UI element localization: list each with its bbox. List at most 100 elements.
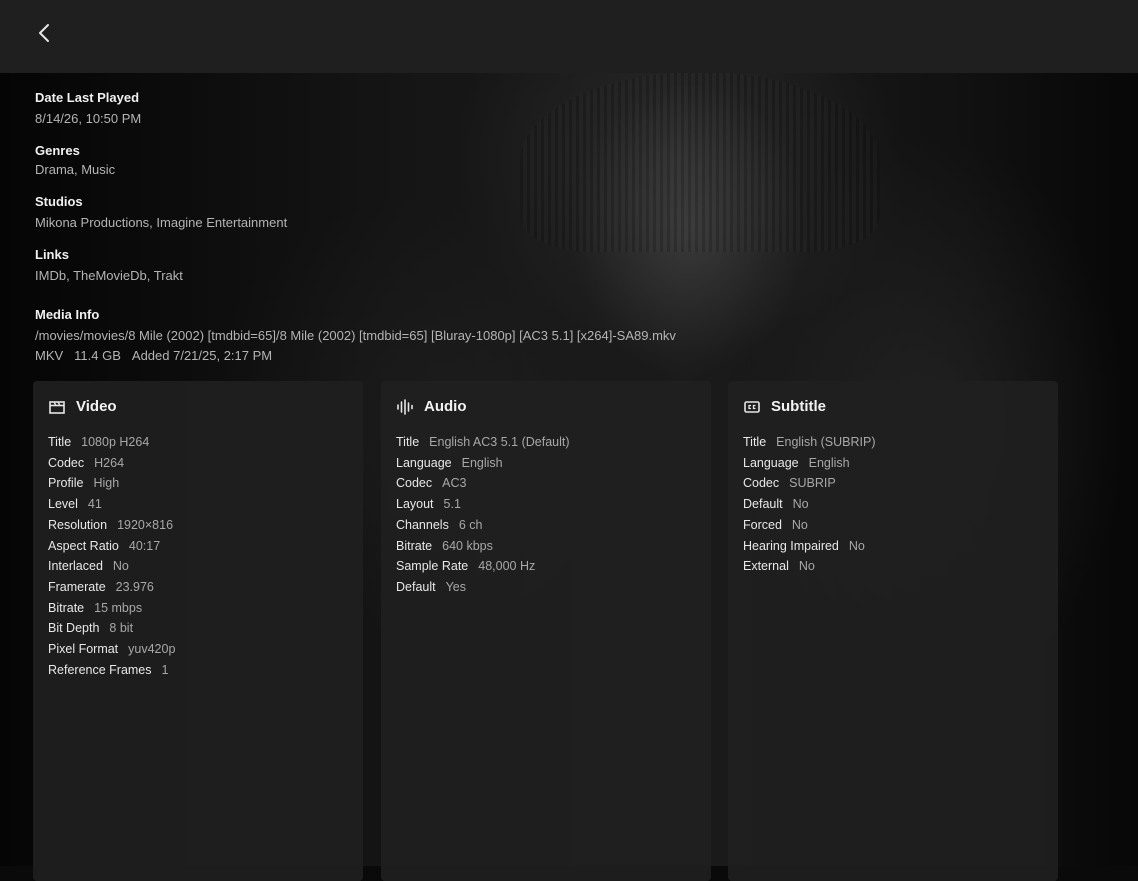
prop-value: English (SUBRIP) xyxy=(776,435,876,449)
prop-row: Default Yes xyxy=(396,577,570,598)
prop-value: 40:17 xyxy=(128,538,161,553)
audio-stream-card: Audio Title English AC3 5.1 (Default) Lan… xyxy=(381,381,711,881)
media-added: Added 7/21/25, 2:17 PM xyxy=(131,348,273,363)
prop-key: Title xyxy=(48,435,72,449)
prop-value: H264 xyxy=(94,455,125,470)
prop-value: English xyxy=(461,455,503,470)
prop-key: Language xyxy=(396,455,452,470)
prop-key: Interlaced xyxy=(48,559,103,574)
prop-key: Bit Depth xyxy=(48,621,100,636)
backdrop-detail xyxy=(520,72,880,252)
prop-row: Resolution 1920×816 xyxy=(48,515,175,536)
prop-value: yuv420p xyxy=(128,642,176,657)
prop-value: 1 xyxy=(161,662,169,677)
prop-key: External xyxy=(743,559,789,574)
prop-key: Title xyxy=(743,435,767,449)
link-imdb[interactable]: IMDb xyxy=(35,268,66,283)
prop-row: Hearing Impaired No xyxy=(743,536,876,557)
studios-value[interactable]: Mikona Productions, Imagine Entertainmen… xyxy=(35,215,287,231)
date-last-played-value: 8/14/26, 10:50 PM xyxy=(35,111,142,126)
prop-row: Level 41 xyxy=(48,494,175,515)
audio-card-header: Audio xyxy=(396,398,467,415)
prop-value: 41 xyxy=(87,497,102,512)
media-info-section: Media Info /movies/movies/8 Mile (2002) … xyxy=(35,307,676,364)
subtitle-props: Title English (SUBRIP) Language English Co… xyxy=(743,432,876,577)
media-info-label: Media Info xyxy=(35,307,100,322)
prop-key: Layout xyxy=(396,497,434,512)
prop-key: Codec xyxy=(396,476,433,491)
prop-row: Sample Rate 48,000 Hz xyxy=(396,556,570,577)
prop-row: Title 1080p H264 xyxy=(48,432,175,453)
prop-row: Framerate 23.976 xyxy=(48,577,175,598)
prop-key: Profile xyxy=(48,476,84,491)
clapperboard-icon xyxy=(49,400,65,414)
link-themoviedb[interactable]: TheMovieDb xyxy=(73,268,147,283)
prop-key: Codec xyxy=(743,476,780,491)
subtitle-card-title: Subtitle xyxy=(771,398,826,415)
chevron-left-icon xyxy=(39,24,49,42)
prop-value: No xyxy=(798,559,815,574)
prop-key: Default xyxy=(743,497,783,512)
prop-value: 640 kbps xyxy=(442,538,493,553)
studios-section: Studios Mikona Productions, Imagine Ente… xyxy=(35,194,287,231)
prop-row: Bitrate 15 mbps xyxy=(48,598,175,619)
prop-value: No xyxy=(112,559,129,574)
prop-row: Language English xyxy=(396,453,570,474)
video-props: Title 1080p H264 Codec H264 Profile High Le… xyxy=(48,432,175,680)
prop-row: Title English AC3 5.1 (Default) xyxy=(396,432,570,453)
genres-label: Genres xyxy=(35,143,80,158)
prop-value: 8 bit xyxy=(109,621,134,636)
links-label: Links xyxy=(35,247,69,262)
prop-row: Aspect Ratio 40:17 xyxy=(48,536,175,557)
prop-row: Language English xyxy=(743,453,876,474)
prop-value: 23.976 xyxy=(115,579,154,594)
top-bar xyxy=(0,0,1138,73)
genres-section: Genres Drama, Music xyxy=(35,143,115,178)
studios-label: Studios xyxy=(35,194,83,209)
prop-value: No xyxy=(791,517,808,532)
prop-key: Bitrate xyxy=(396,538,433,553)
prop-key: Codec xyxy=(48,455,85,470)
prop-value: 1920×816 xyxy=(117,517,174,532)
prop-key: Reference Frames xyxy=(48,662,152,677)
prop-value: No xyxy=(848,538,865,553)
back-button[interactable] xyxy=(26,14,64,52)
prop-row: Codec AC3 xyxy=(396,473,570,494)
date-last-played-label: Date Last Played xyxy=(35,90,140,105)
prop-key: Aspect Ratio xyxy=(48,538,119,553)
prop-key: Language xyxy=(743,455,799,470)
date-last-played-section: Date Last Played 8/14/26, 10:50 PM xyxy=(35,90,141,127)
prop-key: Level xyxy=(48,497,78,512)
video-card-title: Video xyxy=(76,398,117,415)
media-container: MKV xyxy=(35,348,64,363)
prop-key: Title xyxy=(396,435,420,449)
links-list: IMDb, TheMovieDb, Trakt xyxy=(35,268,183,283)
prop-value: English xyxy=(808,455,850,470)
genres-value[interactable]: Drama, Music xyxy=(35,162,115,178)
prop-key: Sample Rate xyxy=(396,559,469,574)
links-section: Links IMDb, TheMovieDb, Trakt xyxy=(35,247,183,284)
prop-key: Resolution xyxy=(48,517,108,532)
audio-props: Title English AC3 5.1 (Default) Language E… xyxy=(396,432,570,598)
media-file-path: /movies/movies/8 Mile (2002) [tmdbid=65]… xyxy=(35,328,676,343)
prop-value: AC3 xyxy=(442,476,467,491)
prop-key: Pixel Format xyxy=(48,642,119,657)
closed-caption-icon xyxy=(744,400,760,413)
prop-row: Codec SUBRIP xyxy=(743,473,876,494)
prop-value: 48,000 Hz xyxy=(478,559,536,574)
prop-key: Forced xyxy=(743,517,782,532)
audio-card-title: Audio xyxy=(424,398,467,415)
prop-value: 6 ch xyxy=(458,517,483,532)
prop-row: Layout 5.1 xyxy=(396,494,570,515)
link-trakt[interactable]: Trakt xyxy=(154,268,183,283)
prop-key: Channels xyxy=(396,517,449,532)
prop-value: 1080p H264 xyxy=(81,435,150,449)
prop-key: Default xyxy=(396,579,436,594)
prop-key: Framerate xyxy=(48,579,106,594)
video-stream-card: Video Title 1080p H264 Codec H264 Profile H… xyxy=(33,381,363,881)
prop-row: Bitrate 640 kbps xyxy=(396,536,570,557)
prop-row: Reference Frames 1 xyxy=(48,660,175,681)
prop-row: External No xyxy=(743,556,876,577)
prop-row: Profile High xyxy=(48,473,175,494)
media-size: 11.4 GB xyxy=(74,348,121,363)
